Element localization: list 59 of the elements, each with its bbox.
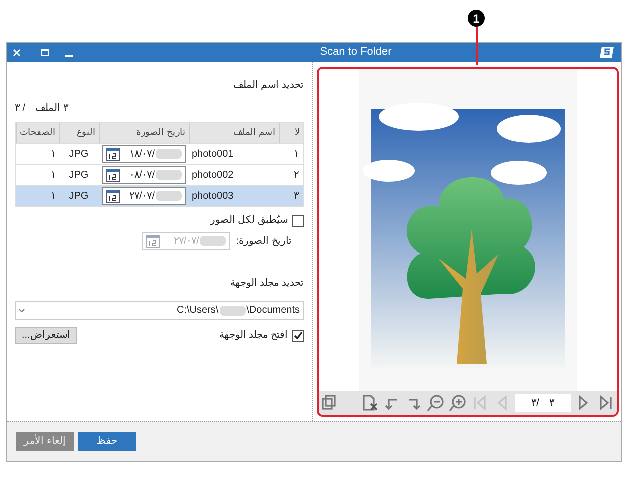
date-field[interactable]: ١٨/٠٧/: [102, 145, 186, 163]
page-current: ٣: [549, 396, 554, 410]
window-title: Scan to Folder: [319, 45, 393, 60]
table-cell-text: ٣: [293, 190, 300, 204]
page-total: /٣: [532, 396, 540, 410]
table-cell-text: JPG: [68, 168, 90, 182]
table-cell-text: JPG: [68, 190, 90, 204]
calendar-icon: [106, 189, 120, 203]
table-cell-text: ١: [50, 148, 57, 162]
last-page-icon[interactable]: [597, 394, 615, 412]
table-cell-text: ١: [50, 168, 57, 182]
table-cell-text: photo001: [191, 148, 235, 162]
date-label: تاريخ الصورة:: [236, 234, 292, 248]
table-cell-text: ٢: [293, 168, 300, 182]
date-field[interactable]: ٠٨/٠٧/: [102, 166, 186, 184]
calendar-icon: [106, 147, 120, 161]
minimize-icon[interactable]: [65, 54, 73, 56]
table-cell-text: ١: [50, 190, 57, 204]
checkmark-icon: [294, 331, 302, 340]
maximize-icon[interactable]: [41, 49, 49, 56]
table-cell-text: JPG: [68, 148, 90, 162]
file-total: / ٣: [15, 102, 26, 116]
date-field[interactable]: ٢٧/٠٧/: [102, 187, 186, 205]
table-cell-text: photo003: [191, 190, 235, 204]
checkbox-label: سيُطبق لكل الصور: [210, 214, 288, 228]
blurred-block: [156, 149, 182, 159]
save-button[interactable]: حفظ: [78, 432, 136, 451]
pages-icon[interactable]: [321, 394, 339, 412]
close-icon[interactable]: [13, 48, 21, 56]
chevron-down-icon: [19, 308, 25, 312]
blurred-block: [200, 236, 226, 246]
section-heading: تحديد مجلد الوجهة: [229, 277, 304, 291]
table-cell-text: photo002: [191, 168, 235, 182]
app-logo-icon: [599, 46, 615, 59]
date-text: ٢٧/٠٧/: [174, 234, 200, 248]
table-cell-text: ١: [293, 148, 300, 162]
path-text: C:\Users\: [176, 304, 219, 318]
calendar-icon: [106, 168, 120, 182]
page-field[interactable]: ٣ /٣: [515, 394, 571, 412]
browse-button[interactable]: استعراض...: [15, 327, 78, 344]
callout-number: 1: [468, 10, 485, 27]
section-heading: تحديد اسم الملف: [232, 79, 304, 93]
blurred-block: [220, 306, 246, 316]
file-count: ٣ الملف: [36, 102, 68, 116]
checkbox[interactable]: [292, 330, 304, 342]
date-text: ٢٧/٠٧/: [129, 190, 155, 204]
blurred-block: [156, 170, 182, 180]
calendar-icon: [146, 234, 160, 248]
date-text: ٠٨/٠٧/: [129, 168, 155, 182]
checkbox[interactable]: [292, 214, 304, 226]
zoom-in-icon[interactable]: [449, 394, 467, 412]
folder-dropdown[interactable]: C:\Users\ \Documents: [15, 301, 304, 320]
checkbox-label: افتح مجلد الوجهة: [219, 329, 288, 343]
leader-line: [476, 27, 478, 65]
path-text: \Documents: [246, 304, 300, 318]
zoom-out-icon[interactable]: [427, 394, 445, 412]
delete-page-icon[interactable]: [361, 394, 379, 412]
blurred-block: [156, 191, 182, 201]
date-text: ١٨/٠٧/: [129, 148, 155, 162]
